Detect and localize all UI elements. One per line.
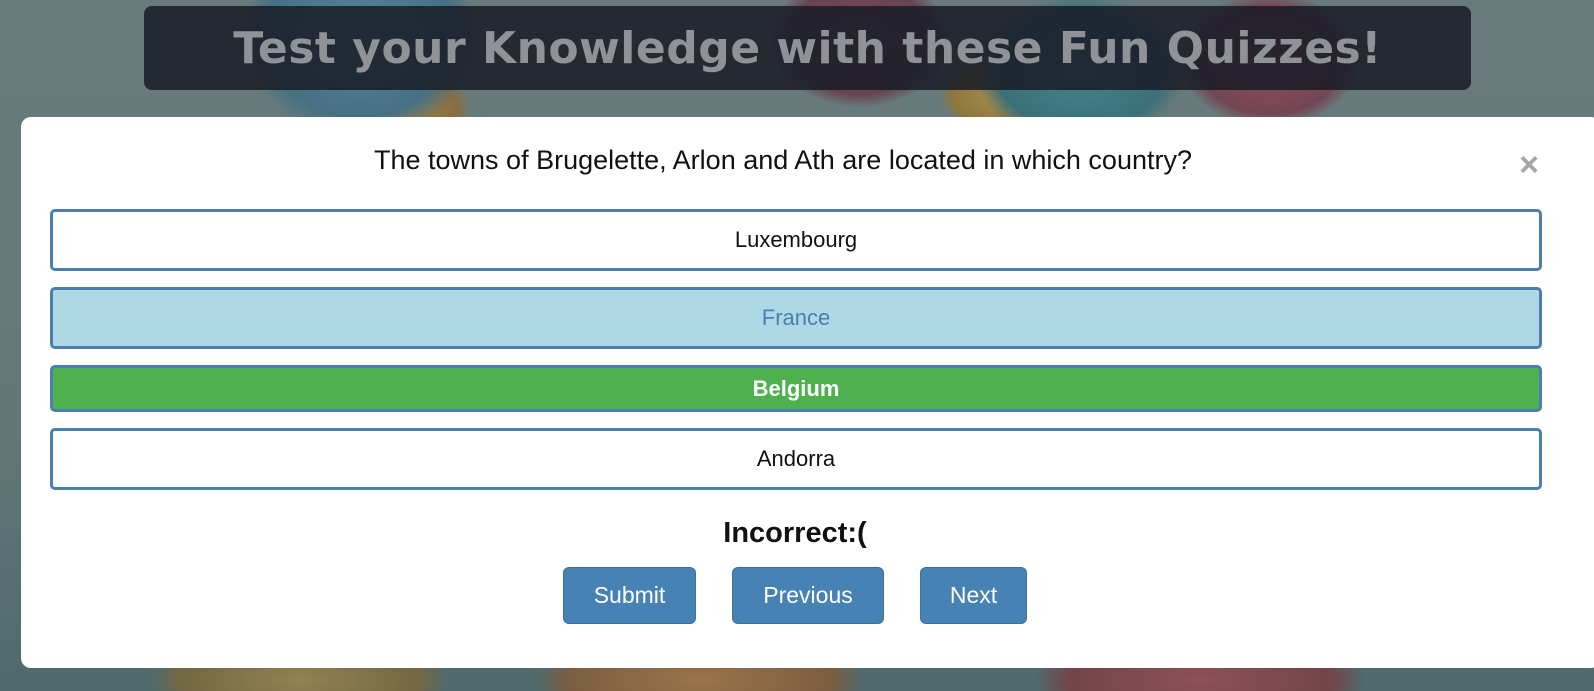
- answer-option-luxembourg[interactable]: Luxembourg: [50, 209, 1542, 271]
- quiz-page: Test your Knowledge with these Fun Quizz…: [0, 0, 1594, 691]
- previous-button[interactable]: Previous: [732, 567, 884, 624]
- answer-option-andorra[interactable]: Andorra: [50, 428, 1542, 490]
- answer-option-belgium[interactable]: Belgium: [50, 365, 1542, 412]
- answer-option-france[interactable]: France: [50, 287, 1542, 349]
- submit-button[interactable]: Submit: [563, 567, 696, 624]
- next-button[interactable]: Next: [920, 567, 1027, 624]
- answer-label: Belgium: [752, 375, 840, 401]
- answer-label: Andorra: [756, 446, 836, 471]
- quiz-modal: The towns of Brugelette, Arlon and Ath a…: [21, 117, 1594, 668]
- page-title: Test your Knowledge with these Fun Quizz…: [233, 22, 1382, 74]
- result-message: Incorrect:(: [723, 517, 867, 549]
- answer-label: France: [761, 305, 831, 330]
- answer-label: Luxembourg: [734, 227, 858, 252]
- answer-list: Luxembourg France Belgium Andorra: [50, 209, 1542, 490]
- close-icon[interactable]: ×: [1515, 148, 1543, 182]
- page-header: Test your Knowledge with these Fun Quizz…: [144, 6, 1471, 90]
- quiz-question: The towns of Brugelette, Arlon and Ath a…: [374, 145, 1192, 175]
